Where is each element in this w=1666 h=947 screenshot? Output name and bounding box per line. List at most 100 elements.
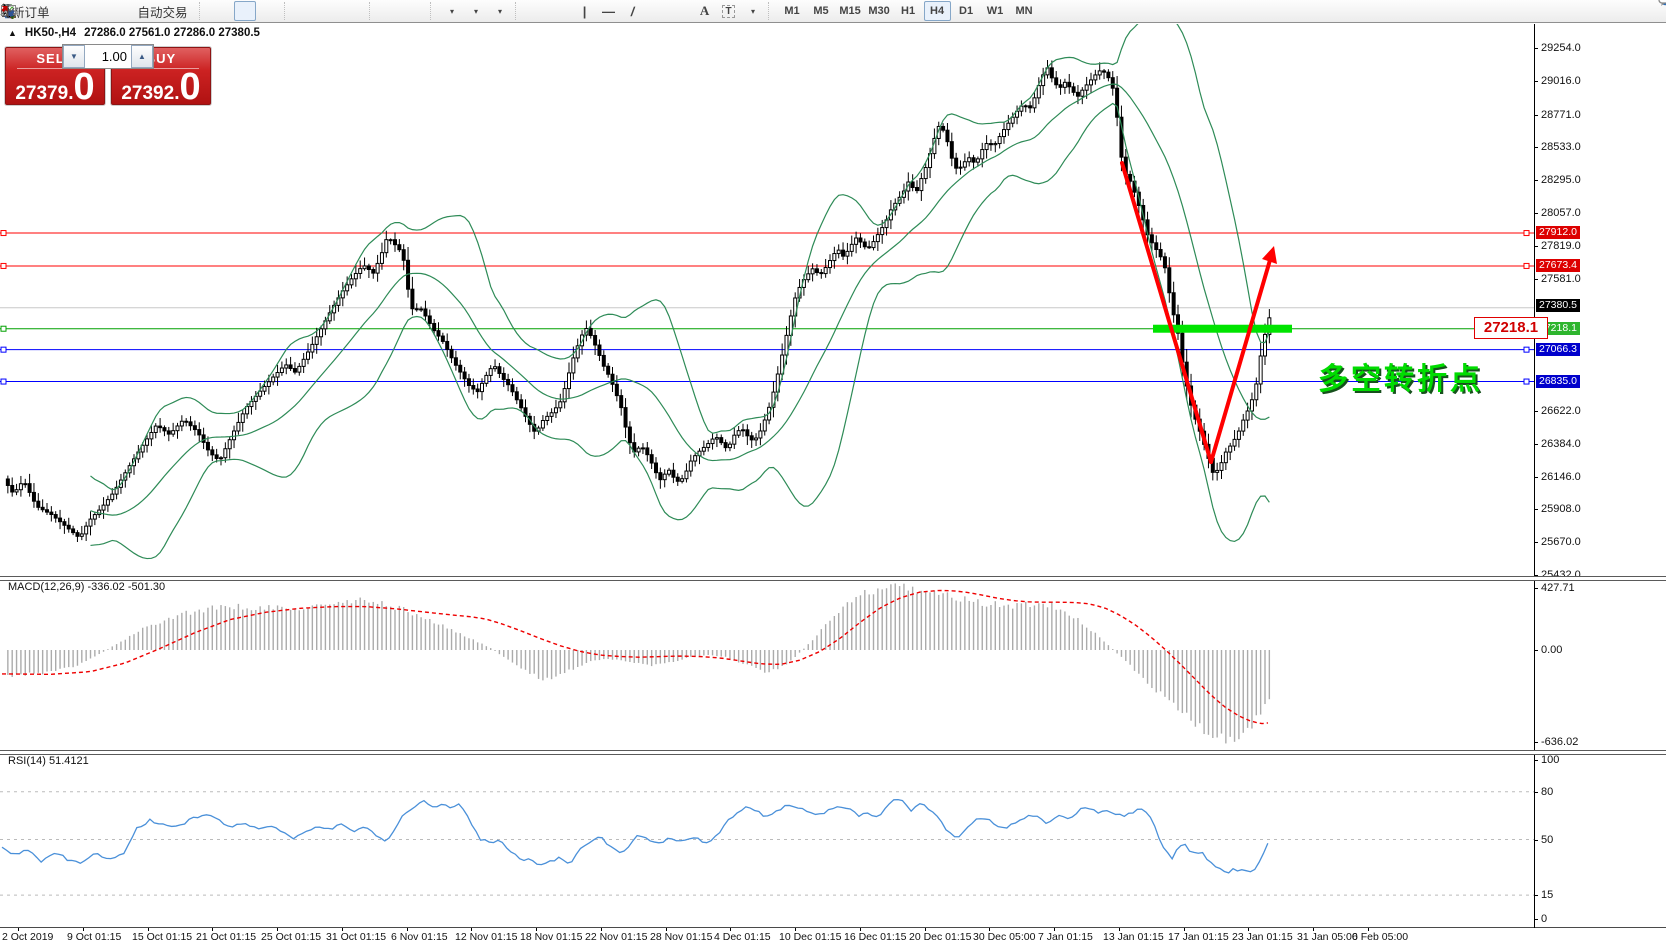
timeframe-m1[interactable]: M1 <box>779 1 806 21</box>
mt4-window: 新订单 自动交易 ▾ ▾ ▾ | — / E F A T ▾ M1 M5 M15… <box>0 0 1666 947</box>
vertical-line-icon: | <box>582 3 587 19</box>
horizontal-line-tool-button[interactable]: — <box>598 1 620 21</box>
toolbar-separator <box>429 2 437 20</box>
text-tool-button[interactable]: A <box>694 1 716 21</box>
price-level-chip: 27673.4 <box>1536 258 1580 272</box>
time-axis-label: 17 Jan 01:15 <box>1168 931 1229 943</box>
trendline-tool-button[interactable]: / <box>622 1 644 21</box>
trade-panel-toggle-icon[interactable]: ▲ <box>8 28 17 38</box>
toolbar-separator <box>514 2 522 20</box>
toolbar: 新订单 自动交易 ▾ ▾ ▾ | — / E F A T ▾ M1 M5 M15… <box>0 0 1666 23</box>
time-axis-label: 31 Oct 01:15 <box>326 931 387 943</box>
lot-size-input[interactable] <box>85 45 131 68</box>
time-axis-label: 18 Nov 01:15 <box>520 931 583 943</box>
timeframe-w1[interactable]: W1 <box>982 1 1009 21</box>
arrows-dropdown-caret[interactable]: ▾ <box>751 7 755 16</box>
time-axis-tick <box>1313 928 1314 931</box>
chat-icon[interactable] <box>1658 0 1666 10</box>
text-tool-icon: A <box>699 3 710 18</box>
time-axis-tick <box>989 928 990 931</box>
chart-shift-button[interactable] <box>2 1 426 21</box>
arrows-tool-button[interactable]: ▾ <box>1 1 764 21</box>
pane-separator[interactable] <box>0 750 1666 755</box>
macd-axis-label: 427.71 <box>1541 582 1575 595</box>
crosshair-tool-button[interactable] <box>1 1 572 21</box>
price-axis-label: 27581.0 <box>1541 272 1581 285</box>
time-axis-tick <box>342 928 343 931</box>
price-axis-label: 26622.0 <box>1541 404 1581 417</box>
gold-cube-button[interactable] <box>1 1 81 21</box>
indicators-button[interactable]: ▾ <box>2 1 463 21</box>
timeframe-mn[interactable]: MN <box>1011 1 1038 21</box>
toolbar-separator <box>767 2 775 20</box>
line-chart-button[interactable] <box>0 1 280 21</box>
price-axis-label: 28771.0 <box>1541 108 1581 121</box>
annotation-text: 多空转折点 <box>1318 363 1483 396</box>
time-axis-tick <box>795 928 796 931</box>
timeframe-m15[interactable]: M15 <box>837 1 864 21</box>
cursor-tool-button[interactable] <box>3 1 548 21</box>
time-axis-tick <box>83 928 84 931</box>
time-axis-border <box>0 927 1666 928</box>
one-click-trade-panel: SELL 27379.0 BUY 27392.0 ▼ ▲ <box>5 44 211 106</box>
sell-price: 27379. 0 <box>6 68 104 106</box>
periods-button[interactable]: ▾ <box>1 1 487 21</box>
templates-button[interactable]: ▾ <box>1 1 511 21</box>
macd-axis-label: 0.00 <box>1541 644 1563 656</box>
broadcast-button[interactable] <box>2 1 129 21</box>
timeframe-h1[interactable]: H1 <box>895 1 922 21</box>
toolbar-separator <box>198 2 206 20</box>
symbol-ohlc: 27286.0 27561.0 27286.0 27380.5 <box>84 27 260 39</box>
candlestick-chart-button[interactable] <box>3 1 256 21</box>
periods-dropdown-caret[interactable]: ▾ <box>474 7 478 16</box>
pane-separator[interactable] <box>0 576 1666 581</box>
time-axis-label: 6 Feb 05:00 <box>1352 931 1409 943</box>
macd-panel-chart[interactable] <box>0 580 1534 750</box>
time-axis-tick <box>148 928 149 931</box>
bar-chart-button[interactable] <box>2 1 232 21</box>
time-axis-label: 25 Oct 01:15 <box>261 931 322 943</box>
label-tool-button[interactable]: T <box>718 1 740 21</box>
profile-button[interactable] <box>1 1 105 21</box>
sell-price-main: 27379 <box>15 83 69 104</box>
main-price-chart[interactable] <box>0 24 1534 577</box>
time-axis-tick <box>1054 928 1055 931</box>
rsi-axis-label: 80 <box>1541 785 1554 798</box>
price-axis-label: 26384.0 <box>1541 437 1581 450</box>
templates-dropdown-caret[interactable]: ▾ <box>498 7 502 16</box>
indicators-dropdown-caret[interactable]: ▾ <box>450 7 454 16</box>
time-axis-label: 10 Dec 01:15 <box>779 931 842 943</box>
autotrading-button[interactable]: 自动交易 <box>1 1 195 21</box>
horizontal-line-icon: — <box>602 3 616 19</box>
buy-price-main: 27392 <box>121 83 175 104</box>
lot-decrease-button[interactable]: ▼ <box>63 45 85 68</box>
fibonacci-tool-button[interactable]: F <box>2 1 692 21</box>
price-axis-label: 26146.0 <box>1541 470 1581 483</box>
time-axis-label: 31 Jan 05:00 <box>1297 931 1358 943</box>
price-callout-box[interactable]: 27218.1 <box>1474 317 1548 339</box>
lot-increase-button[interactable]: ▲ <box>131 45 153 68</box>
zoom-out-button[interactable] <box>1 1 341 21</box>
vertical-line-tool-button[interactable]: | <box>574 1 596 21</box>
timeframe-m5[interactable]: M5 <box>808 1 835 21</box>
trendline-icon: / <box>629 3 636 19</box>
time-axis-tick <box>18 928 19 931</box>
time-axis-tick <box>860 928 861 931</box>
timeframe-m30[interactable]: M30 <box>866 1 893 21</box>
timeframe-h4[interactable]: H4 <box>923 1 951 21</box>
symbol-bar: ▲ HK50-,H4 27286.0 27561.0 27286.0 27380… <box>8 27 260 39</box>
channel-tool-button[interactable]: E <box>1 1 668 21</box>
auto-scroll-button[interactable] <box>2 1 402 21</box>
toolbar-separator <box>368 2 376 20</box>
time-axis-label: 7 Jan 01:15 <box>1038 931 1093 943</box>
rsi-axis-label: 100 <box>1541 754 1560 766</box>
price-level-chip: 27912.0 <box>1536 226 1580 240</box>
rsi-panel-chart[interactable] <box>0 754 1534 926</box>
tile-windows-button[interactable] <box>2 1 365 21</box>
time-axis-label: 16 Dec 01:15 <box>844 931 907 943</box>
time-axis-label: 23 Jan 01:15 <box>1232 931 1293 943</box>
zoom-in-button[interactable] <box>1 1 317 21</box>
time-axis-label: 13 Jan 01:15 <box>1103 931 1164 943</box>
time-axis-label: 22 Nov 01:15 <box>585 931 648 943</box>
timeframe-d1[interactable]: D1 <box>953 1 980 21</box>
